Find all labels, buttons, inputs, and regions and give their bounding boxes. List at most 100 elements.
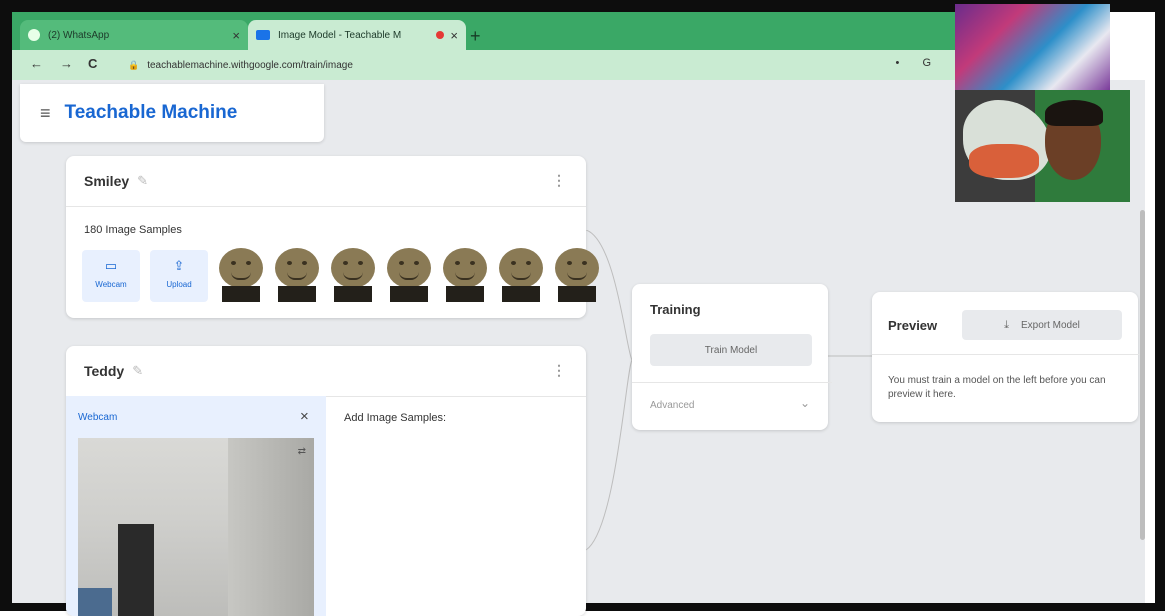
- pencil-icon[interactable]: ✎: [137, 173, 148, 189]
- eye: [414, 261, 419, 265]
- train-model-button[interactable]: Train Model: [650, 334, 812, 366]
- webcam-button-label: Webcam: [95, 280, 127, 289]
- teachable-machine-icon: [256, 30, 270, 40]
- class-card-smiley: Smiley ✎ ⋮ 180 Image Samples ▭ Webcam ⇪ …: [66, 156, 599, 318]
- close-icon[interactable]: ×: [232, 28, 240, 43]
- eye: [246, 261, 251, 265]
- holder: [502, 286, 540, 302]
- export-model-button[interactable]: ⤓ Export Model: [962, 310, 1122, 340]
- upload-button[interactable]: ⇪ Upload: [150, 250, 208, 302]
- smiley-face: [219, 248, 263, 288]
- preview-title: Preview: [888, 318, 938, 333]
- chevron-down-icon[interactable]: ⌄: [800, 396, 810, 410]
- sample-count-label: 180 Image Samples: [84, 224, 182, 236]
- class-card-header: Smiley ✎ ⋮: [66, 156, 586, 207]
- smiley-face: [331, 248, 375, 288]
- participant-hair: [1045, 100, 1103, 126]
- class-name[interactable]: Smiley: [84, 173, 129, 189]
- class-card-header: Teddy ✎ ⋮: [66, 346, 586, 397]
- add-image-samples-label: Add Image Samples:: [344, 412, 447, 424]
- sample-thumbnail[interactable]: [384, 248, 434, 302]
- recording-icon: [436, 31, 445, 39]
- mouth: [343, 272, 363, 280]
- divider: [632, 382, 832, 383]
- close-icon[interactable]: ×: [450, 28, 458, 43]
- holder: [334, 286, 372, 302]
- wall-shade: [228, 438, 314, 616]
- webcam-button[interactable]: ▭ Webcam: [82, 250, 140, 302]
- class-name[interactable]: Teddy: [84, 363, 124, 379]
- doorway: [118, 524, 154, 616]
- webcam-panel-title: Webcam: [78, 412, 118, 423]
- sample-thumbnail[interactable]: [272, 248, 322, 302]
- connector-line: [586, 230, 633, 361]
- extension-icons[interactable]: • G: [896, 57, 941, 69]
- training-title: Training: [650, 302, 701, 317]
- mouth: [455, 272, 475, 280]
- eye: [567, 261, 572, 265]
- smiley-face: [387, 248, 431, 288]
- url-field[interactable]: 🔒 teachablemachine.withgoogle.com/train/…: [120, 55, 940, 75]
- eye: [470, 261, 475, 265]
- back-icon[interactable]: ←: [30, 56, 43, 71]
- flip-camera-icon[interactable]: ⇄: [298, 446, 306, 457]
- lock-icon: 🔒: [128, 59, 140, 70]
- preview-message: You must train a model on the left befor…: [888, 375, 1106, 400]
- smiley-face: [443, 248, 487, 288]
- app-brand-title[interactable]: Teachable Machine: [65, 102, 238, 124]
- holder: [278, 286, 316, 302]
- holder: [222, 286, 260, 302]
- more-options-icon[interactable]: ⋮: [552, 172, 566, 189]
- video-frame-right: [1155, 0, 1165, 611]
- eye: [302, 261, 307, 265]
- sample-thumbnail[interactable]: [440, 248, 490, 302]
- tab-title: Image Model - Teachable M: [278, 29, 402, 41]
- mouth: [511, 272, 531, 280]
- smiley-face: [275, 248, 319, 288]
- divider: [872, 354, 1140, 355]
- upload-button-label: Upload: [166, 280, 192, 289]
- close-icon[interactable]: ×: [300, 408, 309, 425]
- background-object: [969, 144, 1039, 178]
- sample-thumbnail[interactable]: [216, 248, 266, 302]
- tab-title: (2) WhatsApp: [48, 29, 110, 41]
- eye: [287, 261, 292, 265]
- mouth: [399, 272, 419, 280]
- hamburger-menu-icon[interactable]: ≡: [40, 103, 51, 124]
- webcam-object: [78, 588, 112, 616]
- download-icon: ⤓: [1004, 318, 1009, 331]
- eye: [231, 261, 236, 265]
- tab-teachable-machine[interactable]: Image Model - Teachable M ×: [248, 20, 466, 50]
- training-card: Training Train Model Advanced ⌄: [632, 284, 832, 430]
- tab-whatsapp[interactable]: (2) WhatsApp ×: [20, 20, 248, 50]
- upload-icon: ⇪: [173, 258, 185, 273]
- mouth: [231, 272, 251, 280]
- scrollbar[interactable]: [1140, 210, 1145, 540]
- mouth: [567, 272, 587, 280]
- mouth: [287, 272, 307, 280]
- forward-icon[interactable]: →: [60, 56, 73, 71]
- smiley-face: [499, 248, 543, 288]
- browser-tab-bar: (2) WhatsApp × Image Model - Teachable M…: [12, 12, 955, 50]
- eye: [455, 261, 460, 265]
- sample-thumbnail[interactable]: [496, 248, 546, 302]
- address-bar: ← → C 🔒 teachablemachine.withgoogle.com/…: [12, 50, 955, 80]
- more-options-icon[interactable]: ⋮: [552, 362, 566, 379]
- new-tab-button[interactable]: +: [470, 26, 481, 47]
- app-header: ≡ Teachable Machine: [20, 84, 324, 142]
- video-tile-participant-2[interactable]: [955, 90, 1130, 202]
- sample-thumbnail[interactable]: [328, 248, 378, 302]
- eye: [358, 261, 363, 265]
- video-frame-left: [0, 0, 12, 611]
- reload-icon[interactable]: C: [88, 56, 97, 71]
- video-tile-participant-1[interactable]: [955, 4, 1110, 90]
- export-model-label: Export Model: [1020, 319, 1080, 331]
- holder: [446, 286, 484, 302]
- webcam-preview: ⇄: [78, 438, 314, 616]
- pencil-icon[interactable]: ✎: [132, 363, 143, 379]
- eye: [399, 261, 404, 265]
- eye: [526, 261, 531, 265]
- whatsapp-icon: [28, 29, 40, 41]
- advanced-toggle[interactable]: Advanced: [650, 400, 694, 411]
- eye: [343, 261, 348, 265]
